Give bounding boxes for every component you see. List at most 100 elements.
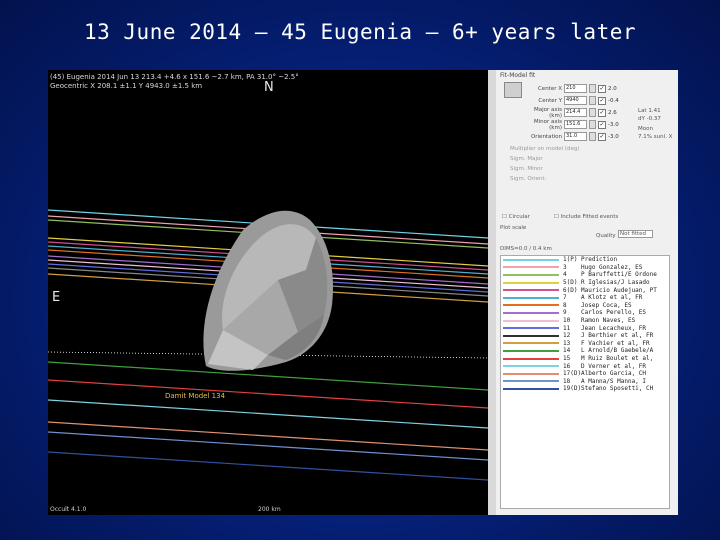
legend-number: 13: [563, 339, 571, 347]
legend-number: 10: [563, 317, 571, 325]
param-row: Minor axis (km) 151.6 ✓ -3.0: [526, 118, 619, 131]
chord-legend: 1(P) Prediction 3 Hugo Gonzalez, ES 4 P Baruf…: [500, 255, 670, 509]
legend-row: 16 D Verner et al, FR: [501, 362, 669, 370]
legend-observer: L Arnold/B Gaebele/A: [581, 347, 654, 355]
legend-row: 6(D) Mauricio Audejuan, PT: [501, 286, 669, 294]
param-spinner[interactable]: [589, 96, 596, 105]
north-label: N: [264, 80, 274, 95]
param-label: Center X: [537, 85, 562, 92]
sub-row-label-4: Sigm. Orient.: [510, 176, 547, 182]
legend-observer: A Klotz et al, FR: [581, 294, 643, 302]
side-note-2: dY -0.37: [638, 116, 661, 122]
legend-observer: D Verner et al, FR: [581, 362, 647, 370]
legend-swatch: [503, 342, 559, 345]
legend-row: 14 L Arnold/B Gaebele/A: [501, 347, 669, 355]
legend-row: 11 Jean Lecacheux, FR: [501, 324, 669, 332]
legend-swatch: [503, 311, 559, 314]
legend-row: 1(P) Prediction: [501, 256, 669, 264]
legend-row: 9 Carlos Perello, ES: [501, 309, 669, 317]
legend-row: 5(D) R Iglesias/J Lasado: [501, 279, 669, 287]
legend-number: 16: [563, 362, 571, 370]
legend-swatch: [503, 334, 559, 337]
legend-number: 15: [563, 355, 571, 363]
legend-number: 14: [563, 347, 571, 355]
model-label: Damit Model 134: [165, 392, 226, 400]
sub-row-label-2: Sigm. Major: [510, 156, 543, 162]
legend-number: 11: [563, 324, 571, 332]
legend-swatch: [503, 289, 559, 292]
legend-observer: Ramon Naves, ES: [581, 317, 636, 325]
legend-observer: Josep Coca, ES: [581, 301, 632, 309]
legend-swatch: [503, 266, 559, 269]
quality-label: Quality: [596, 233, 616, 239]
legend-observer: F Vachier et al, FR: [581, 339, 650, 347]
legend-observer: R Iglesias/J Lasado: [581, 279, 650, 287]
legend-swatch: [503, 380, 559, 383]
circular-checkbox[interactable]: ☐ Circular: [502, 214, 530, 220]
legend-number: 18: [563, 377, 571, 385]
legend-observer: Alberto Garcia, CH: [581, 370, 647, 378]
param-input[interactable]: 4940: [564, 96, 587, 105]
param-checkbox[interactable]: ✓: [598, 108, 606, 117]
param-checkbox[interactable]: ✓: [598, 84, 606, 93]
legend-row: 8 Josep Coca, ES: [501, 302, 669, 310]
include-fitted-checkbox[interactable]: ☐ Include Fitted events: [554, 214, 618, 220]
legend-swatch: [503, 349, 559, 352]
legend-row: 15 M Ruiz Boulet et al,: [501, 355, 669, 363]
plot-scrollbar[interactable]: [488, 70, 496, 515]
legend-number: 6(D): [563, 286, 578, 294]
legend-swatch: [503, 296, 559, 299]
legend-swatch: [503, 387, 559, 390]
param-input[interactable]: 210: [564, 84, 587, 93]
legend-number: 3: [563, 263, 567, 271]
param-input[interactable]: 214.4: [564, 108, 587, 117]
param-spinner[interactable]: [589, 132, 596, 141]
east-label: E: [52, 290, 61, 305]
legend-swatch: [503, 304, 559, 307]
chart-icon-button[interactable]: [504, 82, 522, 98]
param-checkbox[interactable]: ✓: [598, 96, 606, 105]
quality-select[interactable]: Not fitted: [618, 230, 654, 238]
side-note-4: 7.1% sunl. X: [638, 134, 673, 140]
param-spinner[interactable]: [589, 120, 596, 129]
param-extra: 2.0: [608, 85, 617, 92]
include-fitted-label: Include Fitted events: [560, 214, 619, 220]
legend-observer: Jean Lecacheux, FR: [581, 324, 647, 332]
param-input[interactable]: 151.6: [564, 120, 587, 129]
param-checkbox[interactable]: ✓: [598, 132, 606, 141]
circular-label: Circular: [508, 214, 530, 220]
legend-row: 4 P Baruffetti/E Ordone: [501, 271, 669, 279]
param-spinner[interactable]: [589, 84, 596, 93]
param-label: Minor axis (km): [533, 118, 562, 131]
legend-swatch: [503, 319, 559, 322]
legend-observer: J Berthier et al, FR: [581, 332, 654, 340]
fit-control-panel: Fit-Model fit Center X 210 ✓ 2.0 Center Y 494…: [496, 70, 678, 515]
chord-plot: [48, 209, 488, 481]
param-label: Orientation: [530, 133, 562, 140]
legend-swatch: [503, 273, 559, 276]
legend-row: 10 Ramon Naves, ES: [501, 317, 669, 325]
param-checkbox[interactable]: ✓: [598, 120, 606, 129]
plot-header-line1: (45) Eugenia 2014 Jun 13 213.4 +4.6 x 15…: [50, 73, 299, 81]
legend-swatch: [503, 372, 559, 375]
legend-row: 7 A Klotz et al, FR: [501, 294, 669, 302]
legend-swatch: [503, 281, 559, 284]
sub-row-label-1: Multiplier on model (deg): [510, 146, 580, 152]
legend-swatch: [503, 357, 559, 360]
param-input[interactable]: 31.0: [564, 132, 587, 141]
legend-row: 19(D) Stefano Sposetti, CH: [501, 385, 669, 393]
panel-title: Fit-Model fit: [500, 72, 536, 79]
legend-swatch: [503, 365, 559, 368]
param-row: Center Y 4940 ✓ -0.4: [526, 96, 619, 105]
legend-row: 17(D) Alberto Garcia, CH: [501, 370, 669, 378]
legend-number: 9: [563, 309, 567, 317]
param-extra: -3.0: [608, 133, 619, 140]
legend-row: 18 A Manna/S Manna, I: [501, 378, 669, 386]
slide-title: 13 June 2014 – 45 Eugenia – 6+ years lat…: [83, 20, 636, 44]
legend-swatch: [503, 327, 559, 330]
legend-row: 3 Hugo Gonzalez, ES: [501, 264, 669, 272]
param-extra: -3.0: [608, 121, 619, 128]
param-spinner[interactable]: [589, 108, 596, 117]
param-row: Center X 210 ✓ 2.0: [526, 84, 617, 93]
legend-row: 13 F Vachier et al, FR: [501, 340, 669, 348]
